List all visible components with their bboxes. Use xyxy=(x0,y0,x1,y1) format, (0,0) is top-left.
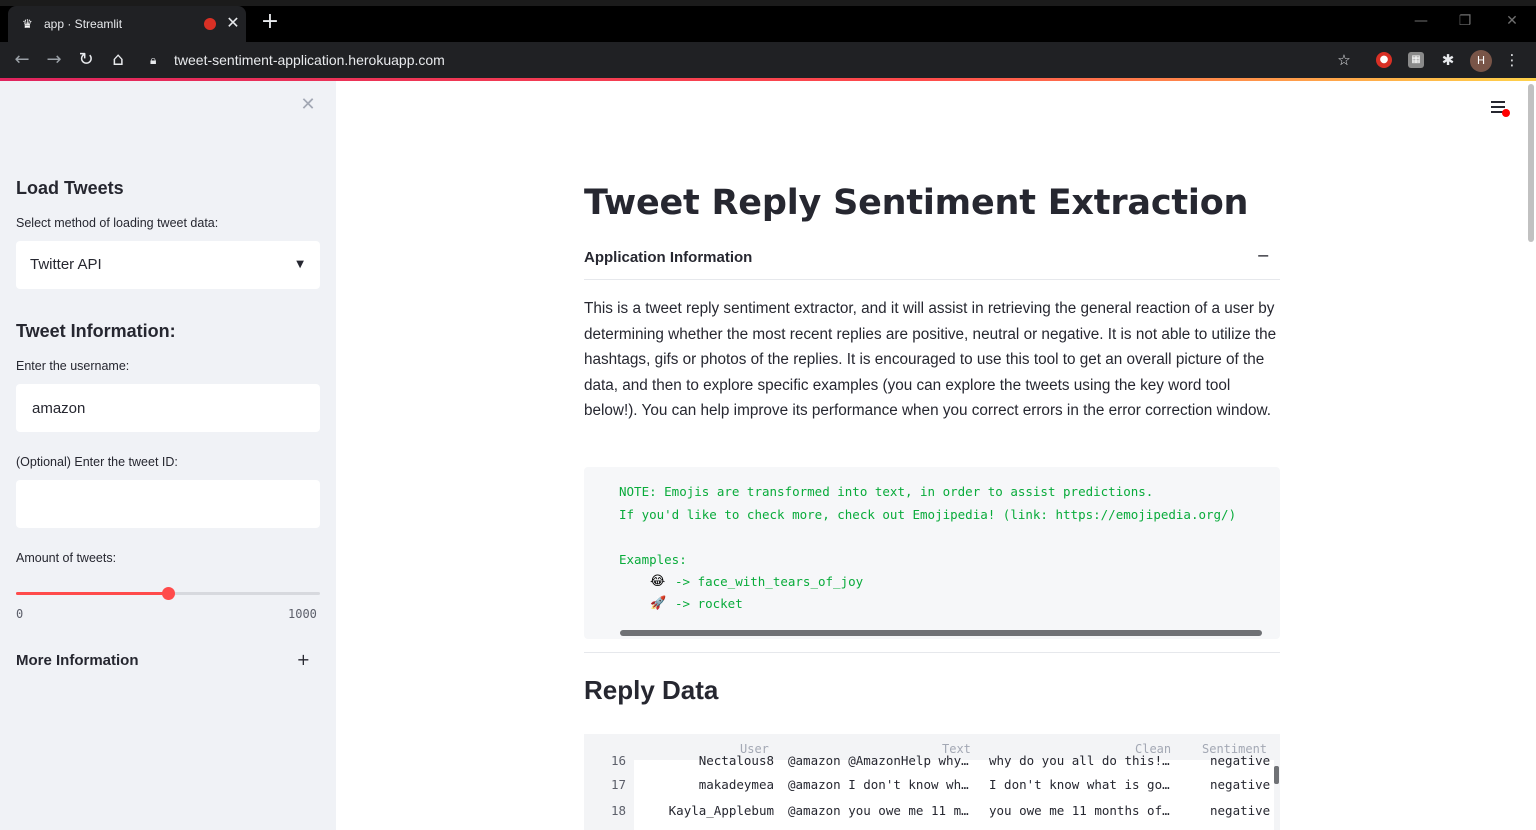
code-horizontal-scrollbar[interactable] xyxy=(620,630,1262,636)
method-select[interactable]: Twitter API ▼ xyxy=(16,241,320,289)
reply-data-heading: Reply Data xyxy=(584,675,719,705)
table-cell-text[interactable]: @amazon you owe me 11 m… xyxy=(788,803,976,819)
tab-title: app · Streamlit xyxy=(44,17,123,31)
application-information-expander[interactable]: Application Information − xyxy=(584,246,1280,280)
row-index: 17 xyxy=(611,777,627,792)
lock-icon: 🔒︎ xyxy=(150,53,157,67)
reply-data-table[interactable]: User Text Clean Sentiment 16 Nectalous8 … xyxy=(584,734,1280,830)
plus-icon: + xyxy=(296,650,310,669)
username-label: Enter the username: xyxy=(16,359,130,373)
forward-arrow-icon[interactable]: → xyxy=(42,48,66,72)
more-information-expander[interactable]: More Information + xyxy=(16,650,320,672)
section-divider xyxy=(584,652,1280,653)
table-cell-user[interactable]: makadeymea xyxy=(674,777,774,793)
code-line-example-1: -> face_with_tears_of_joy xyxy=(675,574,864,589)
method-label: Select method of loading tweet data: xyxy=(16,216,219,230)
tears-of-joy-emoji-icon: 😂 xyxy=(650,574,666,589)
table-vertical-scrollbar[interactable] xyxy=(1274,766,1279,784)
notification-dot xyxy=(1502,109,1510,117)
close-window-button[interactable]: ✕ xyxy=(1497,10,1527,32)
amount-label: Amount of tweets: xyxy=(16,551,117,565)
hamburger-menu-icon[interactable] xyxy=(1489,99,1510,117)
emoji-note-code-block: NOTE: Emojis are transformed into text, … xyxy=(584,467,1280,639)
slider-fill xyxy=(16,592,168,595)
table-cell-clean[interactable]: you owe me 11 months of… xyxy=(989,803,1177,819)
more-information-label: More Information xyxy=(16,652,139,669)
table-cell-user[interactable]: Nectalous8 xyxy=(694,753,774,769)
chevron-down-icon: ▼ xyxy=(296,259,304,270)
application-info-text: This is a tweet reply sentiment extracto… xyxy=(584,300,1277,420)
table-cell-clean[interactable]: I don't know what is go… xyxy=(989,777,1177,793)
rocket-emoji-icon: 🚀 xyxy=(650,596,667,611)
table-cell-text[interactable]: @amazon @AmazonHelp why… xyxy=(788,753,976,769)
back-arrow-icon[interactable]: ← xyxy=(10,48,34,72)
row-index: 16 xyxy=(611,753,627,768)
table-cell-sentiment[interactable]: negative xyxy=(1210,777,1270,793)
sidebar: ✕ Load Tweets Select method of loading t… xyxy=(0,81,336,830)
slider-thumb[interactable] xyxy=(162,587,175,600)
bookmark-star-icon[interactable]: ☆ xyxy=(1333,49,1355,71)
close-tab-icon[interactable]: ✕ xyxy=(224,14,242,32)
page-scrollbar[interactable] xyxy=(1528,84,1534,242)
load-tweets-heading: Load Tweets xyxy=(16,178,124,198)
tweet-information-heading: Tweet Information: xyxy=(16,321,176,341)
extensions-puzzle-icon[interactable]: ✱ xyxy=(1437,49,1459,71)
minus-icon: − xyxy=(1256,246,1270,265)
address-bar[interactable]: tweet-sentiment-application.herokuapp.co… xyxy=(174,50,445,70)
code-line-link: If you'd like to check more, check out E… xyxy=(619,507,1237,522)
code-line-note: NOTE: Emojis are transformed into text, … xyxy=(619,484,1154,499)
browser-tab-bar: ♛ app · Streamlit ✕ + — ❐ ✕ xyxy=(0,0,1536,42)
restore-window-button[interactable]: ❐ xyxy=(1450,10,1480,32)
extension-record-icon[interactable]: ● xyxy=(1376,52,1392,68)
minimize-window-button[interactable]: — xyxy=(1406,10,1436,32)
browser-menu-icon[interactable]: ⋮ xyxy=(1501,49,1523,71)
streamlit-favicon-icon: ♛ xyxy=(22,17,33,31)
username-input[interactable] xyxy=(16,384,320,432)
code-line-examples: Examples: xyxy=(619,552,687,567)
table-cell-user[interactable]: Kayla_Applebum xyxy=(654,803,774,819)
table-cell-clean[interactable]: why do you all do this!… xyxy=(989,753,1177,769)
table-cell-sentiment[interactable]: negative xyxy=(1210,803,1270,819)
method-select-value: Twitter API xyxy=(30,256,102,273)
extension-grey-icon[interactable]: ▦ xyxy=(1408,52,1424,68)
browser-toolbar: ← → ↻ ⌂ 🔒︎ tweet-sentiment-application.h… xyxy=(0,42,1536,78)
recording-indicator-icon xyxy=(204,18,216,30)
sidebar-close-icon[interactable]: ✕ xyxy=(298,95,318,115)
browser-tab[interactable]: ♛ app · Streamlit ✕ xyxy=(8,6,246,42)
table-cell-text[interactable]: @amazon I don't know wh… xyxy=(788,777,976,793)
reload-icon[interactable]: ↻ xyxy=(74,48,98,72)
expander-label: Application Information xyxy=(584,249,753,266)
tweet-id-label: (Optional) Enter the tweet ID: xyxy=(16,455,178,469)
profile-avatar[interactable]: H xyxy=(1470,50,1492,72)
new-tab-button[interactable]: + xyxy=(258,10,282,34)
code-line-example-2: -> rocket xyxy=(675,596,743,611)
home-icon[interactable]: ⌂ xyxy=(106,48,130,72)
table-body xyxy=(634,760,1274,830)
table-cell-sentiment[interactable]: negative xyxy=(1210,753,1270,769)
page-title: Tweet Reply Sentiment Extraction xyxy=(584,183,1249,223)
row-index: 18 xyxy=(611,803,627,818)
slider-min-label: 0 xyxy=(16,607,24,621)
amount-slider[interactable] xyxy=(16,587,320,600)
slider-max-label: 1000 xyxy=(288,607,317,621)
tweet-id-input[interactable] xyxy=(16,480,320,528)
